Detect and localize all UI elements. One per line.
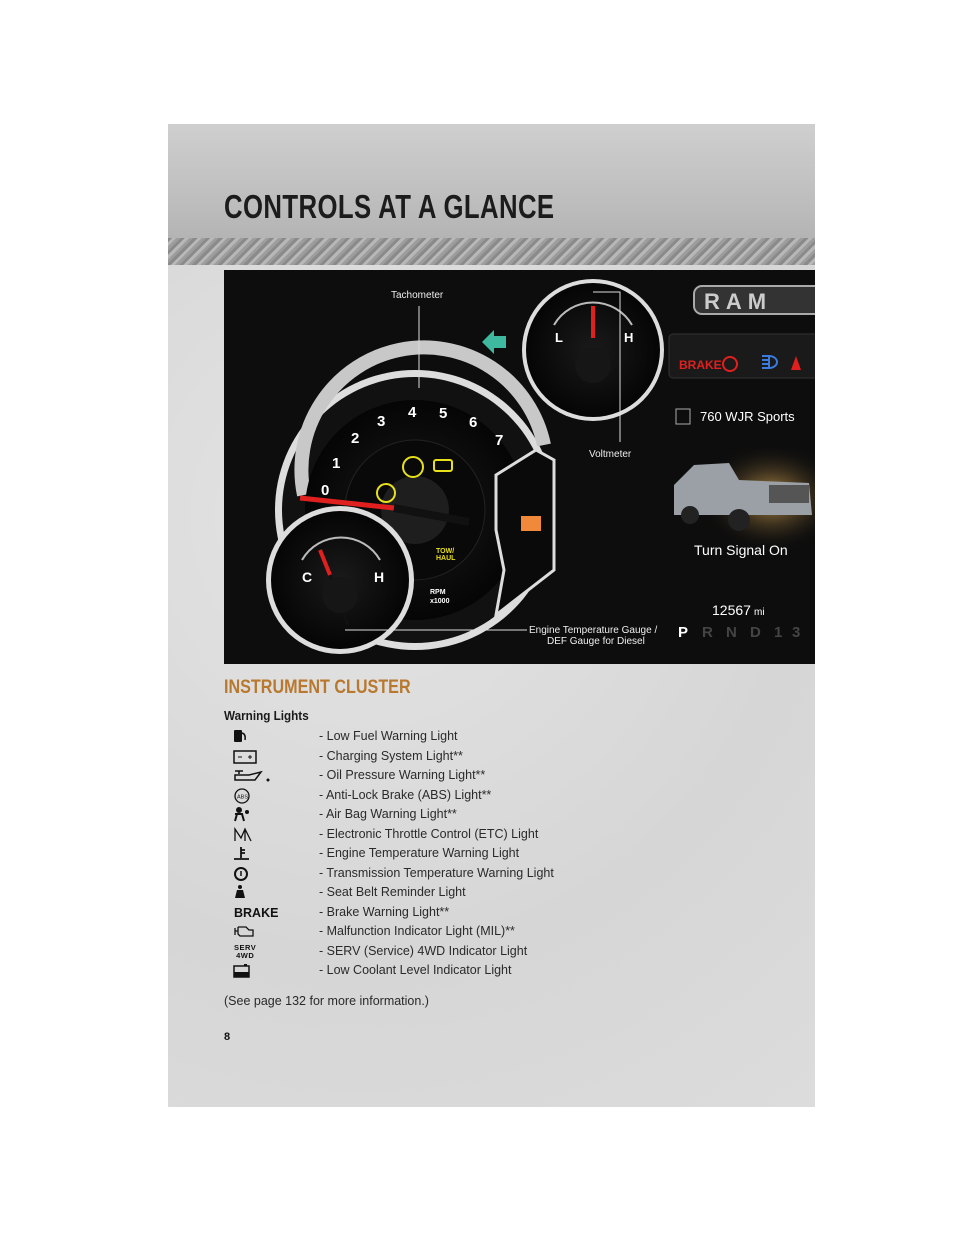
- section-title: INSTRUMENT CLUSTER: [224, 677, 411, 698]
- list-item: - Low Coolant Level Indicator Light: [232, 961, 632, 981]
- page-title: CONTROLS AT A GLANCE: [224, 188, 555, 225]
- list-item-label: - Charging System Light**: [319, 748, 463, 763]
- engine-icon: [234, 926, 254, 937]
- airbag-icon: [234, 807, 249, 822]
- gear-p: P: [678, 624, 688, 641]
- rpm-label: RPM: [430, 589, 446, 596]
- svg-text:ABS: ABS: [237, 794, 248, 800]
- gear-r: R: [702, 624, 713, 641]
- list-item-label: - Seat Belt Reminder Light: [319, 885, 466, 899]
- thermometer-icon: [234, 847, 249, 860]
- serv-4wd-icon: SERV 4WD: [234, 942, 257, 960]
- list-item: - Transmission Temperature Warning Light: [232, 864, 632, 884]
- list-item-label: - Engine Temperature Warning Light: [319, 846, 520, 860]
- list-item: - Engine Temperature Warning Light: [232, 844, 632, 864]
- tow-haul-text: HAUL: [436, 555, 456, 562]
- volt-high-label: H: [624, 330, 633, 345]
- list-item-label: - Transmission Temperature Warning Light: [319, 865, 554, 880]
- gear-3: 3: [792, 624, 800, 641]
- list-item-label: - SERV (Service) 4WD Indicator Light: [319, 943, 528, 958]
- list-item-label: - Anti-Lock Brake (ABS) Light**: [319, 787, 492, 802]
- engine-temperature-gauge: C H: [266, 506, 414, 654]
- list-item: - Low Fuel Warning Light: [232, 727, 632, 747]
- list-item: - Charging System Light**: [232, 747, 632, 767]
- list-item: BRAKE - Brake Warning Light**: [232, 903, 632, 923]
- fuel-pump-icon: [234, 730, 246, 742]
- tach-number: 7: [495, 432, 503, 449]
- page-number: 8: [224, 1031, 231, 1043]
- tach-number: 1: [332, 455, 340, 472]
- temp-hot-label: H: [374, 569, 384, 585]
- radio-station: 760 WJR Sports: [700, 409, 795, 424]
- engine-temp-label: Engine Temperature Gauge /: [529, 625, 657, 636]
- list-item-label: - Air Bag Warning Light**: [319, 807, 457, 821]
- list-item-label: - Low Coolant Level Indicator Light: [319, 963, 512, 977]
- list-item: - Air Bag Warning Light**: [232, 805, 632, 825]
- oil-can-icon: [234, 770, 270, 782]
- volt-low-label: L: [555, 330, 563, 345]
- tachometer-label: Tachometer: [391, 290, 444, 301]
- coolant-icon: [233, 964, 250, 978]
- list-item: - Electronic Throttle Control (ETC) Ligh…: [232, 825, 632, 845]
- voltmeter-label: Voltmeter: [589, 449, 632, 460]
- tach-number: 2: [351, 430, 359, 447]
- temp-cold-label: C: [302, 569, 312, 585]
- rpm-unit: x1000: [430, 598, 450, 605]
- brake-text-icon: BRAKE: [234, 905, 279, 920]
- list-item: ABS - Anti-Lock Brake (ABS) Light**: [232, 786, 632, 806]
- tach-number: 5: [439, 405, 447, 422]
- gear-n: N: [726, 624, 737, 641]
- instrument-cluster-image: 0 1 2 3 4 5 6 7 TOW/ HAUL RPM x1000 C H …: [224, 270, 825, 664]
- ram-logo: RAM: [704, 289, 772, 314]
- section-subtitle: Warning Lights: [224, 708, 309, 723]
- cluster-message: Turn Signal On: [694, 542, 788, 558]
- tach-number: 3: [377, 413, 385, 430]
- etc-icon: [234, 826, 252, 841]
- radio-icon: [675, 408, 691, 425]
- list-item-label: - Oil Pressure Warning Light**: [319, 768, 486, 782]
- tach-number: 6: [469, 414, 477, 431]
- odometer: 12567: [712, 602, 751, 618]
- see-page-note: (See page 132 for more information.): [224, 994, 429, 1008]
- def-gauge-label: DEF Gauge for Diesel: [547, 636, 645, 647]
- transmission-temp-icon: [234, 866, 248, 881]
- tach-number: 4: [408, 404, 417, 421]
- voltmeter-gauge: L H: [522, 279, 664, 421]
- list-item: - Malfunction Indicator Light (MIL)**: [232, 922, 632, 942]
- tow-haul-text: TOW/: [436, 548, 454, 555]
- brake-warning-indicator: BRAKE: [679, 358, 722, 372]
- abs-icon: ABS: [234, 787, 250, 804]
- message-icon: [521, 516, 541, 531]
- list-item-label: - Brake Warning Light**: [319, 904, 450, 919]
- list-item-label: - Electronic Throttle Control (ETC) Ligh…: [319, 826, 539, 841]
- battery-icon: [233, 749, 257, 764]
- warning-lights-list: - Low Fuel Warning Light - Charging Syst…: [232, 727, 632, 981]
- list-item: - Seat Belt Reminder Light: [232, 883, 632, 903]
- odometer-unit: mi: [754, 607, 765, 618]
- list-item-label: - Malfunction Indicator Light (MIL)**: [319, 924, 515, 938]
- list-item: - Oil Pressure Warning Light**: [232, 766, 632, 786]
- seatbelt-icon: [235, 885, 245, 898]
- list-item-label: - Low Fuel Warning Light: [319, 729, 458, 743]
- header-texture-band: [168, 238, 815, 265]
- gear-d: D: [750, 624, 761, 641]
- gear-1: 1: [774, 624, 782, 641]
- tach-number: 0: [321, 482, 329, 499]
- list-item: SERV 4WD - SERV (Service) 4WD Indicator L…: [232, 942, 632, 962]
- turn-signal-arrow-icon: [482, 330, 506, 354]
